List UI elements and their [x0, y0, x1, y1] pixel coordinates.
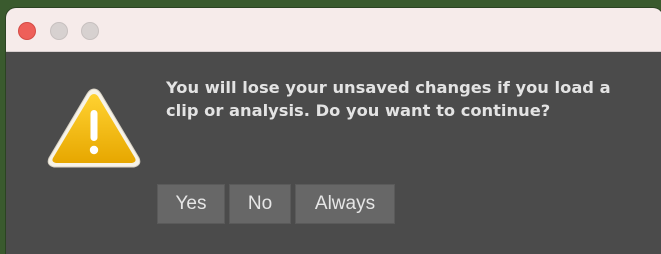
- alert-message-line-1: You will lose your unsaved changes if yo…: [166, 78, 611, 97]
- always-button[interactable]: Always: [295, 184, 395, 224]
- yes-button[interactable]: Yes: [157, 184, 225, 224]
- close-window-button[interactable]: [18, 22, 36, 40]
- alert-message: You will lose your unsaved changes if yo…: [166, 76, 636, 122]
- dialog-content: You will lose your unsaved changes if yo…: [6, 52, 661, 254]
- alert-message-line-2: clip or analysis. Do you want to continu…: [166, 101, 551, 120]
- alert-window: You will lose your unsaved changes if yo…: [6, 8, 661, 254]
- no-button[interactable]: No: [229, 184, 291, 224]
- maximize-window-button[interactable]: [81, 22, 99, 40]
- minimize-window-button[interactable]: [50, 22, 68, 40]
- warning-icon: [47, 88, 141, 168]
- title-bar: [6, 8, 661, 52]
